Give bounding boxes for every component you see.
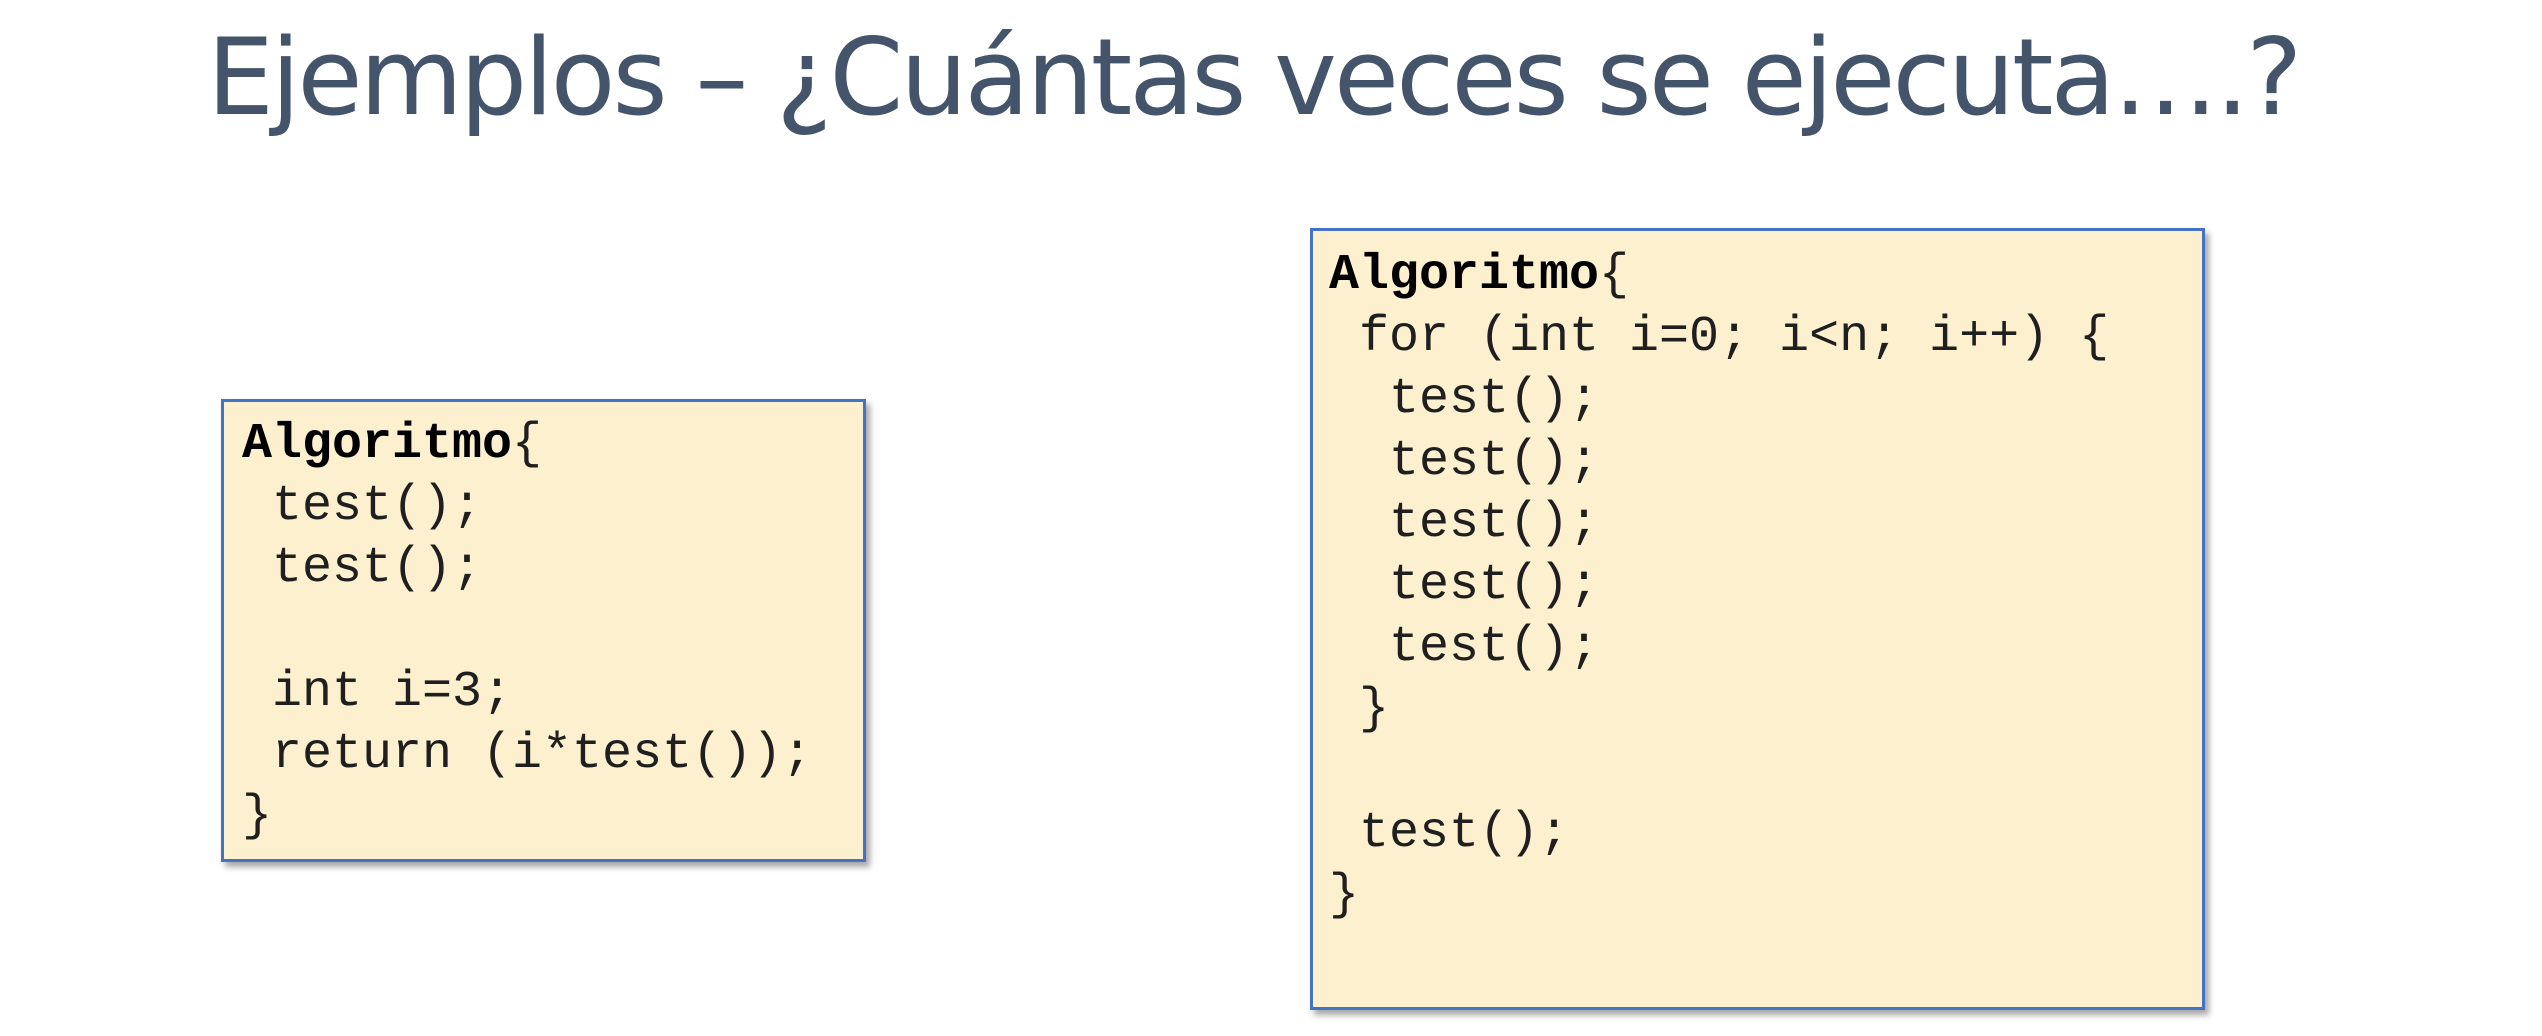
slide-title: Ejemplos – ¿Cuántas veces se ejecuta….? bbox=[207, 16, 2302, 139]
code-line: for (int i=0; i<n; i++) { bbox=[1329, 309, 2110, 366]
code-line: test(); bbox=[1329, 557, 1600, 614]
code-line: int i=3; bbox=[242, 664, 513, 721]
code-keyword: Algoritmo bbox=[242, 416, 513, 473]
code-line: } bbox=[1329, 681, 1390, 738]
code-line: test(); bbox=[242, 478, 483, 535]
code-line: test(); bbox=[1329, 433, 1600, 490]
code-line: } bbox=[1329, 867, 1360, 924]
code-line: test(); bbox=[1329, 805, 1570, 862]
code-line: test(); bbox=[242, 540, 483, 597]
code-box-left: Algoritmo{ test(); test(); int i=3; retu… bbox=[221, 399, 866, 862]
code-line: } bbox=[242, 788, 273, 845]
code-keyword: Algoritmo bbox=[1329, 247, 1600, 304]
code-brace: { bbox=[1599, 247, 1630, 304]
code-line: test(); bbox=[1329, 371, 1600, 428]
code-line: test(); bbox=[1329, 495, 1600, 552]
code-header: Algoritmo{ bbox=[242, 414, 863, 476]
code-box-right: Algoritmo{ for (int i=0; i<n; i++) { tes… bbox=[1310, 228, 2205, 1010]
code-brace: { bbox=[512, 416, 543, 473]
code-line: test(); bbox=[1329, 619, 1600, 676]
code-header: Algoritmo{ bbox=[1329, 245, 2202, 307]
code-line: return (i*test()); bbox=[242, 726, 813, 783]
